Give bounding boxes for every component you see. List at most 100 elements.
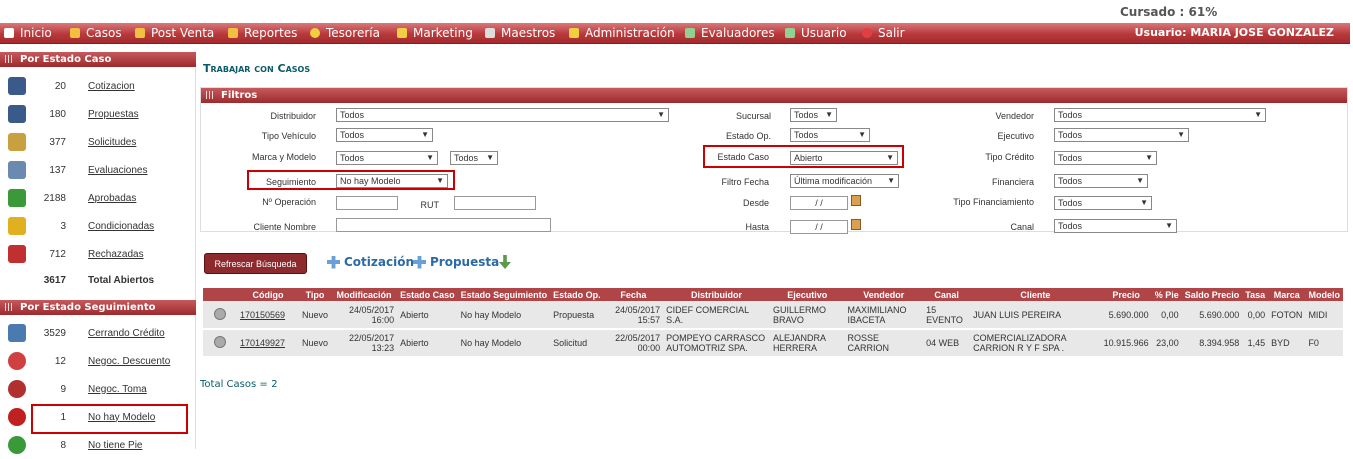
sidebar-item-label[interactable]: Cotizacion bbox=[88, 81, 135, 92]
sidebar-item-propuestas[interactable]: 180 Propuestas bbox=[0, 100, 196, 128]
sidebar-item-cotizacion[interactable]: 20 Cotizacion bbox=[0, 72, 196, 100]
column-header: Fecha bbox=[603, 288, 664, 301]
table-cell: Nuevo bbox=[299, 329, 332, 358]
operacion-input[interactable] bbox=[336, 196, 398, 210]
column-header: Modificación bbox=[331, 288, 398, 301]
seguimiento-header: Por Estado Seguimiento bbox=[0, 300, 196, 315]
sidebar-item-label[interactable]: Negoc. Toma bbox=[88, 384, 147, 395]
table-cell: 1,45 bbox=[1242, 329, 1269, 358]
estado-caso-header: Por Estado Caso bbox=[0, 52, 196, 67]
sidebar-item-label[interactable]: Rechazadas bbox=[88, 249, 144, 260]
ejecutivo-select[interactable]: Todos bbox=[1054, 128, 1189, 142]
sidebar-item-count: 377 bbox=[49, 136, 66, 148]
menu-item-evaluadores[interactable]: Evaluadores bbox=[685, 26, 775, 40]
menu-item-tesorer-a[interactable]: Tesorería bbox=[310, 26, 380, 40]
sidebar-item-cerrando-cr-dito[interactable]: 3529 Cerrando Crédito bbox=[0, 319, 196, 347]
sidebar-item-negoc-toma[interactable]: 9 Negoc. Toma bbox=[0, 375, 196, 403]
column-header: Distribuidor bbox=[663, 288, 770, 301]
column-header: Vendedor bbox=[844, 288, 924, 301]
table-cell[interactable]: 170150569 bbox=[237, 301, 299, 330]
sidebar-item-label[interactable]: Propuestas bbox=[88, 109, 139, 120]
main-menu: Inicio Casos Post Venta Reportes Tesorería Ma… bbox=[0, 23, 1350, 44]
sidebar-item-negoc-descuento[interactable]: 12 Negoc. Descuento bbox=[0, 347, 196, 375]
table-cell: 22/05/2017 13:23 bbox=[331, 329, 398, 358]
financiera-select[interactable]: Todos bbox=[1054, 174, 1148, 188]
filtro-fecha-select[interactable]: Última modificación bbox=[790, 174, 899, 188]
total-casos-value: 2 bbox=[271, 379, 278, 390]
modelo-select[interactable]: Todos bbox=[450, 151, 498, 165]
sidebar-item-label[interactable]: Cerrando Crédito bbox=[88, 328, 165, 339]
refresh-button[interactable]: Refrescar Búsqueda bbox=[204, 253, 307, 274]
vendedor-select[interactable]: Todos bbox=[1054, 108, 1266, 122]
hasta-calendar-icon[interactable] bbox=[851, 219, 861, 230]
distribuidor-select[interactable]: Todos bbox=[336, 108, 669, 122]
tipo-credito-label: Tipo Crédito bbox=[985, 152, 1034, 162]
column-header: Canal bbox=[923, 288, 971, 301]
sidebar-item-rechazadas[interactable]: 712 Rechazadas bbox=[0, 240, 196, 268]
menu-item-post-venta[interactable]: Post Venta bbox=[135, 26, 214, 40]
sidebar-item-label[interactable]: Evaluaciones bbox=[88, 165, 147, 176]
vendedor-label: Vendedor bbox=[995, 111, 1034, 121]
new-cotizacion-button[interactable]: Cotización bbox=[327, 255, 414, 269]
canal-select[interactable]: Todos bbox=[1054, 219, 1177, 233]
menu-item-usuario[interactable]: Usuario bbox=[785, 26, 847, 40]
column-header: Cliente bbox=[970, 288, 1101, 301]
estado-op-select[interactable]: Todos bbox=[790, 128, 870, 142]
sidebar-item-condicionadas[interactable]: 3 Condicionadas bbox=[0, 212, 196, 240]
status-text: Cursado : 61% bbox=[1120, 5, 1218, 19]
menu-item-marketing[interactable]: Marketing bbox=[397, 26, 473, 40]
sidebar-item-solicitudes[interactable]: 377 Solicitudes bbox=[0, 128, 196, 156]
desde-calendar-icon[interactable] bbox=[851, 195, 861, 206]
table-cell: Solicitud bbox=[550, 329, 604, 358]
sidebar-item-label[interactable]: Aprobadas bbox=[88, 193, 136, 204]
sucursal-select[interactable]: Todos bbox=[790, 108, 837, 122]
table-cell: 04 WEB bbox=[923, 329, 971, 358]
sidebar-item-no-tiene-pie[interactable]: 8 No tiene Pie bbox=[0, 431, 196, 459]
menu-item-administraci-n[interactable]: Administración bbox=[569, 26, 675, 40]
menu-item-label: Maestros bbox=[501, 26, 556, 40]
tipo-vehiculo-select[interactable]: Todos bbox=[336, 128, 433, 142]
page-title: Trabajar con Casos bbox=[203, 62, 311, 75]
sidebar-item-label[interactable]: Solicitudes bbox=[88, 137, 136, 148]
pie-icon bbox=[8, 436, 26, 454]
table-row[interactable]: 170149927 Nuevo 22/05/2017 13:23 Abierto No … bbox=[203, 329, 1343, 358]
sidebar: Por Estado Caso 20 Cotizacion 180 Propuesta… bbox=[0, 52, 196, 454]
menu-item-label: Administración bbox=[585, 26, 675, 40]
table-cell: ALEJANDRA HERRERA bbox=[769, 329, 845, 358]
canal-label: Canal bbox=[1010, 222, 1034, 232]
tipo-vehiculo-label: Tipo Vehículo bbox=[261, 131, 316, 141]
financiera-label: Financiera bbox=[991, 177, 1034, 187]
rut-input[interactable] bbox=[454, 196, 536, 210]
new-propuesta-button[interactable]: Propuesta bbox=[413, 255, 499, 269]
document-pen-icon bbox=[8, 133, 26, 151]
menu-item-maestros[interactable]: Maestros bbox=[485, 26, 555, 40]
sidebar-item-aprobadas[interactable]: 2188 Aprobadas bbox=[0, 184, 196, 212]
hasta-input[interactable]: / / bbox=[790, 220, 848, 234]
highlight-no-hay-modelo bbox=[31, 404, 188, 434]
cliente-input[interactable] bbox=[336, 218, 551, 232]
sidebar-item-count: 180 bbox=[49, 108, 66, 120]
filtro-fecha-label: Filtro Fecha bbox=[721, 177, 769, 187]
desde-input[interactable]: / / bbox=[790, 196, 848, 210]
table-cell[interactable]: 170149927 bbox=[237, 329, 299, 358]
distribuidor-label: Distribuidor bbox=[270, 111, 316, 121]
table-cell: GUILLERMO BRAVO bbox=[769, 301, 845, 330]
view-case-icon[interactable] bbox=[214, 307, 226, 320]
menu-item-reportes[interactable]: Reportes bbox=[228, 26, 297, 40]
menu-item-label: Tesorería bbox=[326, 26, 380, 40]
tipo-financiamiento-select[interactable]: Todos bbox=[1054, 196, 1152, 210]
view-case-icon[interactable] bbox=[214, 336, 226, 348]
menu-item-salir[interactable]: Salir bbox=[862, 26, 905, 40]
menu-item-casos[interactable]: Casos bbox=[70, 26, 122, 40]
table-cell: 5.690.000 bbox=[1100, 301, 1152, 330]
table-row[interactable]: 170150569 Nuevo 24/05/2017 16:00 Abierto No … bbox=[203, 301, 1343, 330]
sidebar-item-label[interactable]: Condicionadas bbox=[88, 221, 154, 232]
menu-item-inicio[interactable]: Inicio bbox=[4, 26, 52, 40]
marca-select[interactable]: Todos bbox=[336, 151, 438, 165]
sidebar-item-evaluaciones[interactable]: 137 Evaluaciones bbox=[0, 156, 196, 184]
sidebar-item-label[interactable]: Negoc. Descuento bbox=[88, 356, 170, 367]
table-cell: Abierto bbox=[397, 301, 458, 330]
highlight-seguimiento bbox=[247, 170, 455, 190]
export-icon[interactable] bbox=[499, 255, 511, 269]
tipo-credito-select[interactable]: Todos bbox=[1054, 151, 1157, 165]
